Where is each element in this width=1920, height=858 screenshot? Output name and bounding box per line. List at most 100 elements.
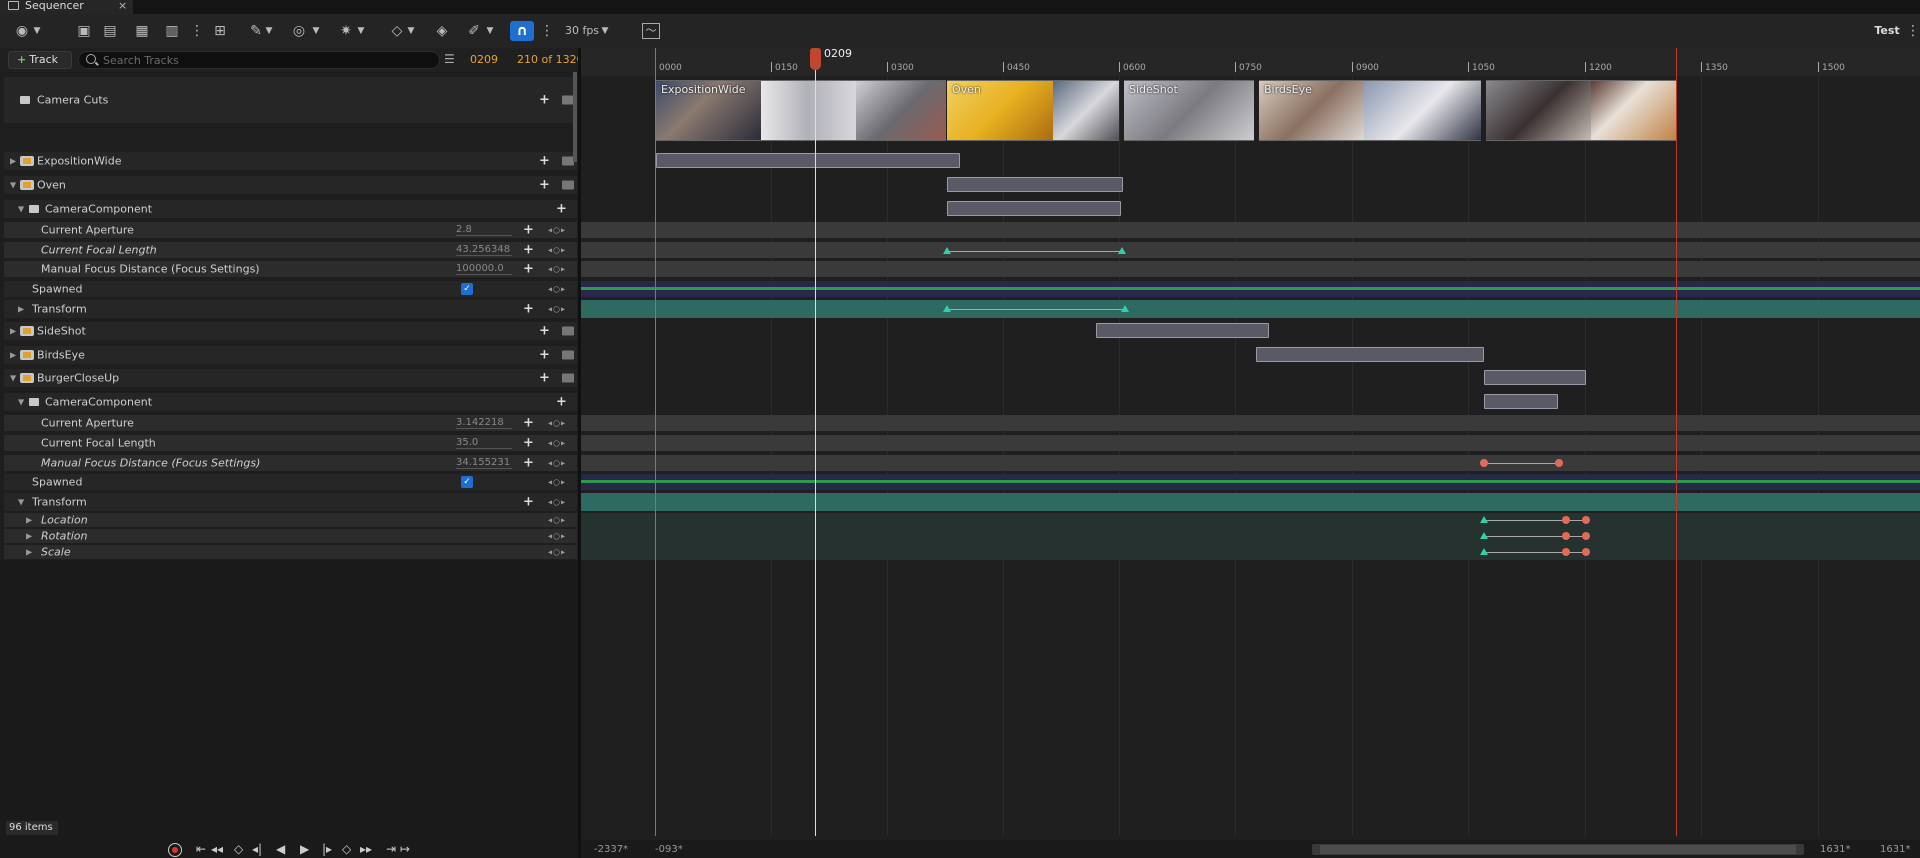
- lane-oven-transform[interactable]: [581, 300, 1920, 318]
- add-icon[interactable]: +: [539, 324, 550, 339]
- actor-to-sequencer-icon[interactable]: ⊞: [212, 21, 228, 41]
- record-button[interactable]: [168, 843, 182, 857]
- playback-options-icon[interactable]: ✷: [338, 21, 354, 41]
- next-key-icon[interactable]: ◇: [342, 842, 351, 856]
- timeline-scrollbar[interactable]: [1312, 844, 1804, 855]
- add-icon[interactable]: +: [539, 93, 550, 108]
- lane-burger-aperture[interactable]: [581, 415, 1920, 431]
- track-oven-focus-distance[interactable]: Manual Focus Distance (Focus Settings) 1…: [4, 261, 577, 277]
- playback-end-line[interactable]: [1676, 48, 1677, 836]
- world-icon[interactable]: ◉: [14, 21, 30, 41]
- track-burger-spawned[interactable]: Spawned ✓ ◂○▸: [4, 474, 577, 490]
- track-oven-camera-component[interactable]: ▼ CameraComponent +: [4, 200, 577, 218]
- track-burger-camera-component[interactable]: ▼ CameraComponent +: [4, 393, 577, 411]
- shot-exposition-wide[interactable]: ExpositionWide: [656, 80, 946, 141]
- lane-burger-focus-distance[interactable]: [581, 455, 1920, 471]
- expand-arrow-icon[interactable]: ▶: [10, 351, 16, 360]
- keyframe[interactable]: [1562, 548, 1570, 556]
- lane-oven-focus-distance[interactable]: [581, 261, 1920, 277]
- key-nav-icon[interactable]: ◂○▸: [548, 285, 566, 294]
- lane-burger-focal-length[interactable]: [581, 435, 1920, 451]
- track-rotation[interactable]: ▶ Rotation ◂○▸: [4, 529, 577, 543]
- track-burger-close-up[interactable]: ▼ BurgerCloseUp +: [4, 369, 577, 387]
- snap-magnet-icon[interactable]: ∩: [510, 21, 534, 41]
- track-oven-focal-length[interactable]: Current Focal Length 43.256348 + ◂○▸: [4, 242, 577, 258]
- more-options-icon[interactable]: ⋮: [1906, 21, 1920, 41]
- play-icon[interactable]: ▶: [300, 842, 309, 856]
- shot-oven[interactable]: Oven: [947, 80, 1119, 141]
- camera-icon[interactable]: [562, 350, 574, 360]
- render-movie-icon[interactable]: ▦: [134, 21, 150, 41]
- track-burger-focus-distance[interactable]: Manual Focus Distance (Focus Settings) 3…: [4, 455, 577, 471]
- edit-options-icon[interactable]: ✐: [466, 21, 482, 41]
- track-burger-transform[interactable]: ▼ Transform + ◂○▸: [4, 493, 577, 511]
- camera-icon[interactable]: [562, 180, 574, 190]
- shot-birds-eye[interactable]: BirdsEye: [1259, 80, 1481, 141]
- keyframe[interactable]: [1118, 247, 1126, 254]
- track-camera-cuts[interactable]: Camera Cuts +: [4, 77, 577, 123]
- section-side-shot[interactable]: [1096, 323, 1269, 338]
- add-icon[interactable]: +: [539, 178, 550, 193]
- expand-arrow-icon[interactable]: ▶: [26, 548, 32, 557]
- focal-length-value[interactable]: 35.0: [456, 437, 512, 449]
- focus-distance-value[interactable]: 34.155231: [456, 457, 512, 469]
- section-burger-close-up[interactable]: [1484, 370, 1586, 385]
- search-input[interactable]: [103, 52, 423, 68]
- more-options-icon[interactable]: ⋮: [540, 21, 554, 41]
- keyframe[interactable]: [1480, 532, 1488, 539]
- lane-burger-transform-channels[interactable]: [581, 513, 1920, 560]
- save-as-icon[interactable]: ▤: [102, 21, 118, 41]
- tracks-scrollbar[interactable]: [573, 72, 577, 162]
- next-shot-icon[interactable]: ▸▸: [360, 842, 372, 856]
- search-box[interactable]: [78, 51, 440, 69]
- play-reverse-icon[interactable]: ◀: [276, 842, 285, 856]
- key-nav-icon[interactable]: ◂○▸: [548, 459, 566, 468]
- add-key-icon[interactable]: +: [523, 302, 534, 317]
- expand-arrow-icon[interactable]: ▶: [18, 305, 24, 314]
- previous-key-icon[interactable]: ◇: [234, 842, 243, 856]
- track-exposition-wide[interactable]: ▶ ExpositionWide +: [4, 152, 577, 170]
- add-icon[interactable]: +: [539, 154, 550, 169]
- save-icon[interactable]: ▣: [76, 21, 92, 41]
- track-burger-aperture[interactable]: Current Aperture 3.142218 + ◂○▸: [4, 415, 577, 431]
- camera-icon[interactable]: [562, 373, 574, 383]
- add-icon[interactable]: +: [556, 202, 567, 217]
- section-burger-camera-component[interactable]: [1484, 394, 1558, 409]
- more-options-icon[interactable]: ⋮: [190, 21, 204, 41]
- keyframe[interactable]: [1555, 459, 1563, 467]
- add-icon[interactable]: +: [539, 371, 550, 386]
- key-nav-icon[interactable]: ◂○▸: [548, 246, 566, 255]
- add-key-icon[interactable]: +: [523, 436, 534, 451]
- jump-to-end-icon[interactable]: ⇥: [386, 842, 396, 856]
- shot-burger-close-up[interactable]: [1486, 80, 1676, 141]
- previous-shot-icon[interactable]: ◂◂: [211, 842, 223, 856]
- section-oven[interactable]: [947, 177, 1123, 192]
- section-birds-eye[interactable]: [1256, 347, 1484, 362]
- focal-length-value[interactable]: 43.256348: [456, 244, 512, 256]
- add-key-icon[interactable]: +: [523, 243, 534, 258]
- tab-sequencer[interactable]: Sequencer ×: [0, 0, 133, 14]
- clapper-icon[interactable]: ▥: [164, 21, 180, 41]
- aperture-value[interactable]: 3.142218: [456, 417, 512, 429]
- keyframe[interactable]: [1121, 305, 1129, 312]
- close-tab-icon[interactable]: ×: [118, 0, 127, 11]
- key-nav-icon[interactable]: ◂○▸: [548, 478, 566, 487]
- add-icon[interactable]: +: [539, 348, 550, 363]
- key-nav-icon[interactable]: ◂○▸: [548, 265, 566, 274]
- chevron-down-icon[interactable]: ▼: [32, 21, 42, 41]
- keyframe[interactable]: [1562, 532, 1570, 540]
- collapse-arrow-icon[interactable]: ▼: [18, 398, 24, 407]
- working-range-start[interactable]: -093*: [655, 844, 683, 855]
- lane-oven-aperture[interactable]: [581, 222, 1920, 238]
- chevron-down-icon[interactable]: ▼: [406, 21, 416, 41]
- chevron-down-icon[interactable]: ▼: [311, 21, 321, 41]
- chevron-down-icon[interactable]: ▼: [356, 21, 366, 41]
- scrollbar-thumb[interactable]: [1320, 845, 1796, 854]
- keyframe[interactable]: [1480, 548, 1488, 555]
- shot-side-shot[interactable]: SideShot: [1124, 80, 1254, 141]
- collapse-arrow-icon[interactable]: ▼: [18, 205, 24, 214]
- add-key-icon[interactable]: +: [523, 262, 534, 277]
- chevron-down-icon[interactable]: ▼: [485, 21, 495, 41]
- playback-start-line[interactable]: [655, 48, 656, 836]
- collapse-arrow-icon[interactable]: ▼: [18, 498, 24, 507]
